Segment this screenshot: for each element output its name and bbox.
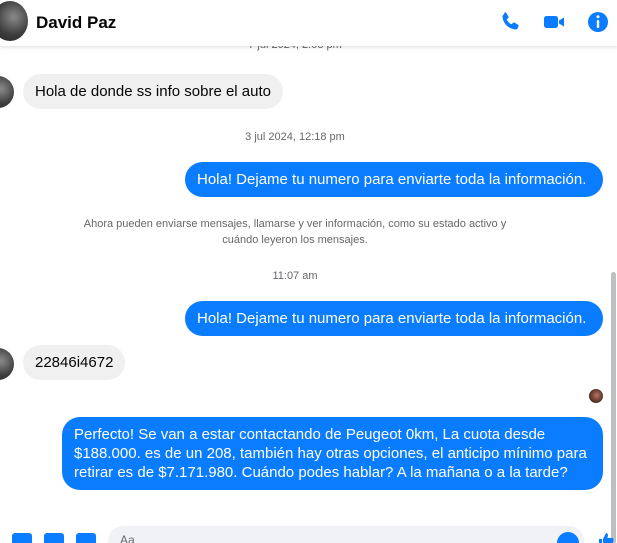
timestamp: 3 jul 2024, 12:18 pm — [245, 131, 345, 143]
scrollbar-thumb[interactable] — [611, 272, 616, 543]
sender-avatar[interactable] — [0, 348, 14, 380]
sender-avatar[interactable] — [0, 76, 14, 108]
more-actions-icon[interactable] — [12, 533, 32, 543]
contact-avatar[interactable] — [0, 1, 28, 41]
message-composer: Aa — [0, 524, 617, 543]
scrollbar-track[interactable] — [609, 60, 617, 543]
outgoing-message[interactable]: Hola! Dejame tu numero para enviarte tod… — [185, 301, 603, 336]
phone-icon[interactable] — [498, 10, 522, 34]
incoming-message[interactable]: Hola de donde ss info sobre el auto — [23, 74, 283, 109]
message-input[interactable] — [108, 526, 584, 543]
message-input-placeholder: Aa — [120, 533, 135, 543]
contact-name[interactable]: David Paz — [36, 13, 116, 33]
seen-receipt-avatar — [589, 389, 603, 403]
info-icon[interactable] — [586, 10, 610, 34]
timestamp: 11:07 am — [272, 270, 318, 282]
gif-icon[interactable] — [76, 533, 96, 543]
system-notice: Ahora pueden enviarse mensajes, llamarse… — [83, 218, 507, 246]
outgoing-message[interactable]: Hola! Dejame tu numero para enviarte tod… — [185, 162, 603, 197]
sticker-icon[interactable] — [44, 533, 64, 543]
thumbs-up-icon[interactable] — [596, 530, 616, 543]
outgoing-message[interactable]: Perfecto! Se van a estar contactando de … — [62, 417, 603, 490]
chat-header: David Paz — [0, 0, 617, 46]
incoming-message[interactable]: 22846i4672 — [23, 345, 126, 380]
video-camera-icon[interactable] — [542, 10, 566, 34]
